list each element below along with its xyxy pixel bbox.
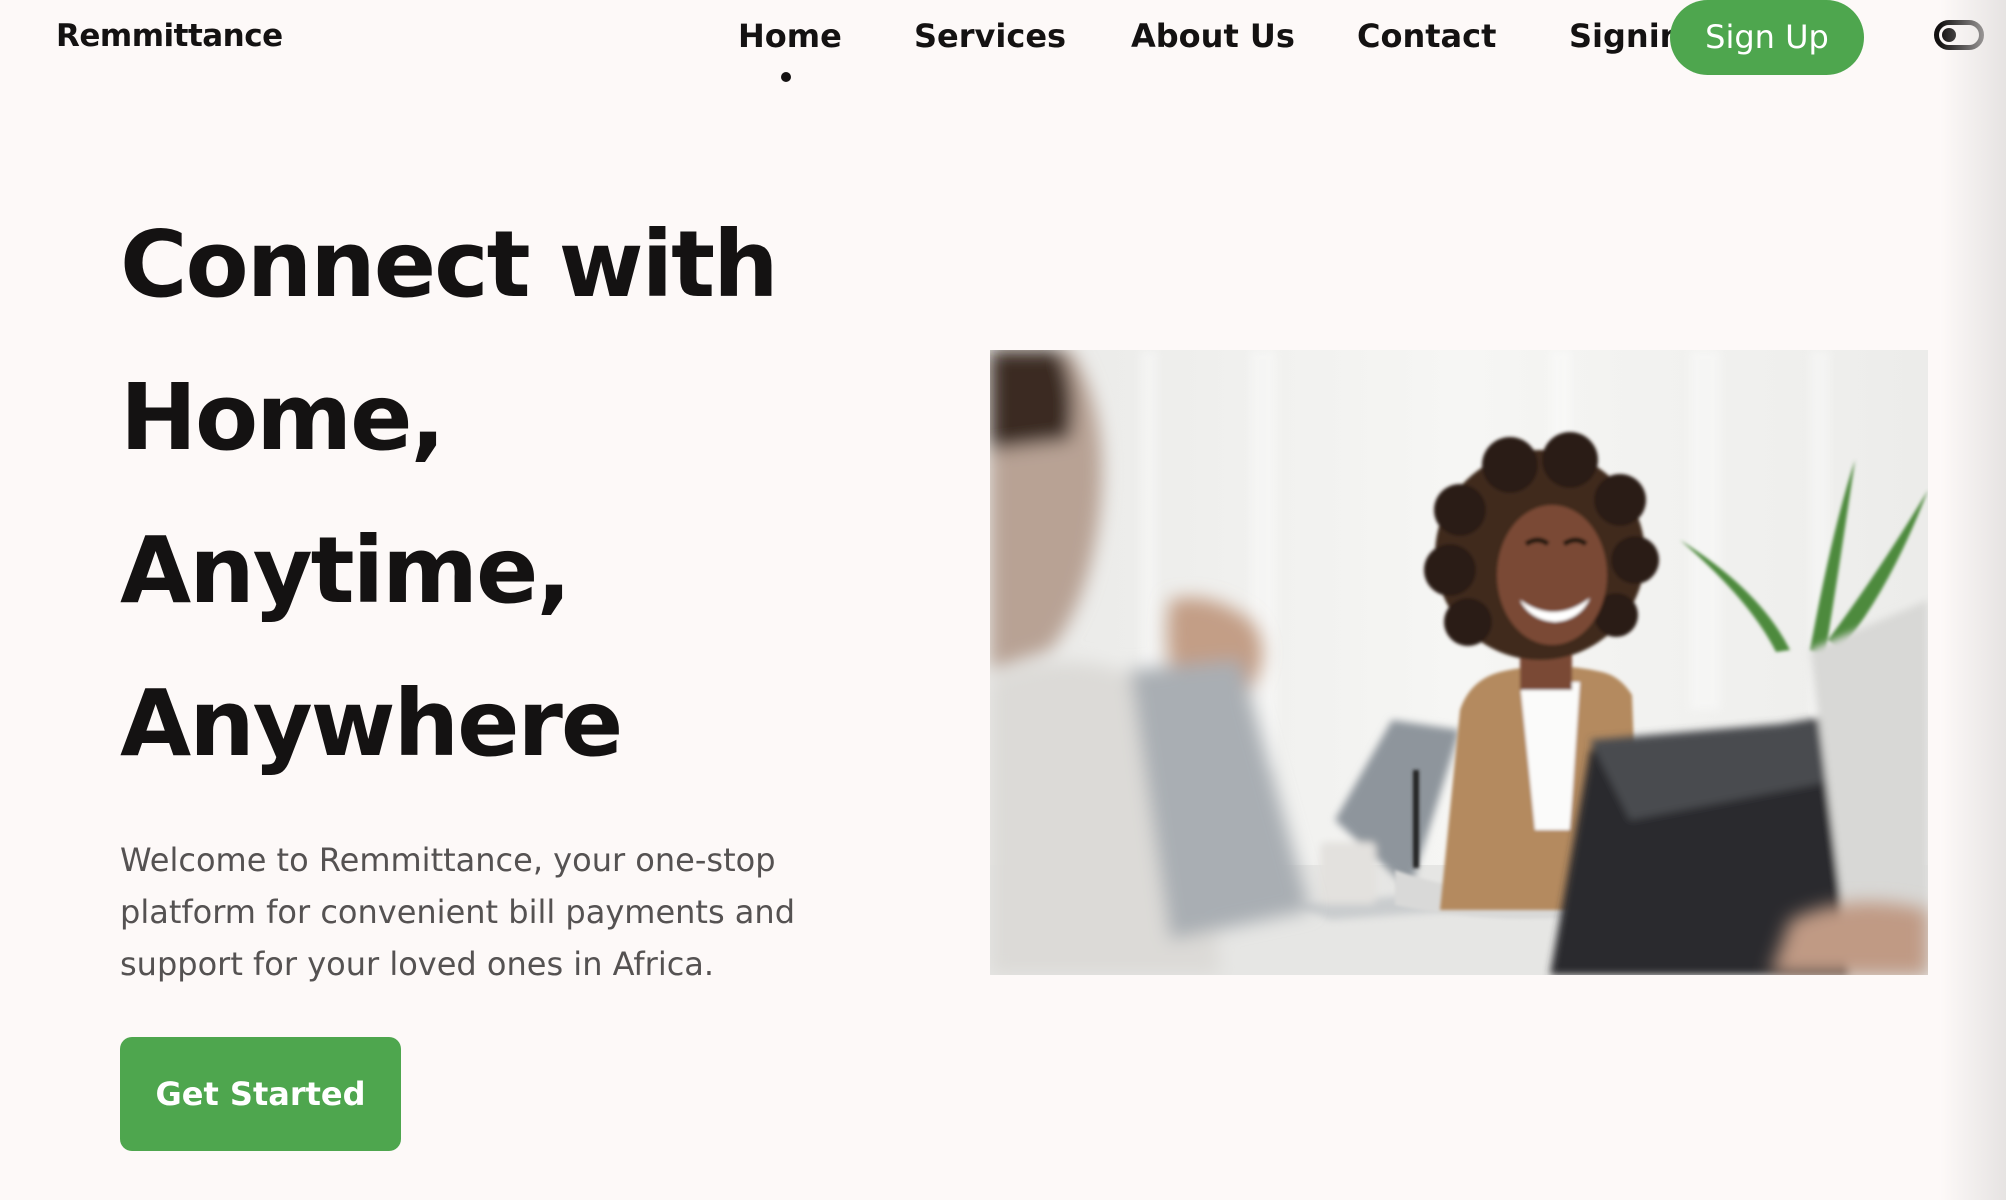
- get-started-button[interactable]: Get Started: [120, 1037, 401, 1151]
- hero-title-line: Anytime,: [120, 517, 571, 624]
- hero-title-line: Home,: [120, 364, 445, 471]
- active-nav-indicator: [781, 72, 791, 82]
- hero-description: Welcome to Remmittance, your one-stop pl…: [120, 841, 795, 983]
- hero-title-line: Anywhere: [120, 670, 623, 777]
- hero-title: Connect with Home, Anytime, Anywhere: [120, 188, 940, 800]
- top-navbar: Remmittance Home Services About Us Conta…: [0, 0, 2006, 100]
- nav-link-signin[interactable]: Signin: [1569, 14, 1682, 58]
- hero-title-line: Connect with: [120, 211, 779, 318]
- toggle-knob: [1942, 28, 1956, 42]
- sign-up-button[interactable]: Sign Up: [1670, 0, 1864, 75]
- nav-link-home[interactable]: Home: [738, 14, 842, 58]
- nav-link-about-us[interactable]: About Us: [1131, 14, 1295, 58]
- nav-link-services[interactable]: Services: [914, 14, 1066, 58]
- nav-link-contact[interactable]: Contact: [1357, 14, 1496, 58]
- brand-logo[interactable]: Remmittance: [56, 14, 283, 58]
- edge-shadow: [1940, 0, 2006, 1200]
- hero-photo: [990, 350, 1928, 975]
- toggle-icon[interactable]: [1934, 20, 1984, 50]
